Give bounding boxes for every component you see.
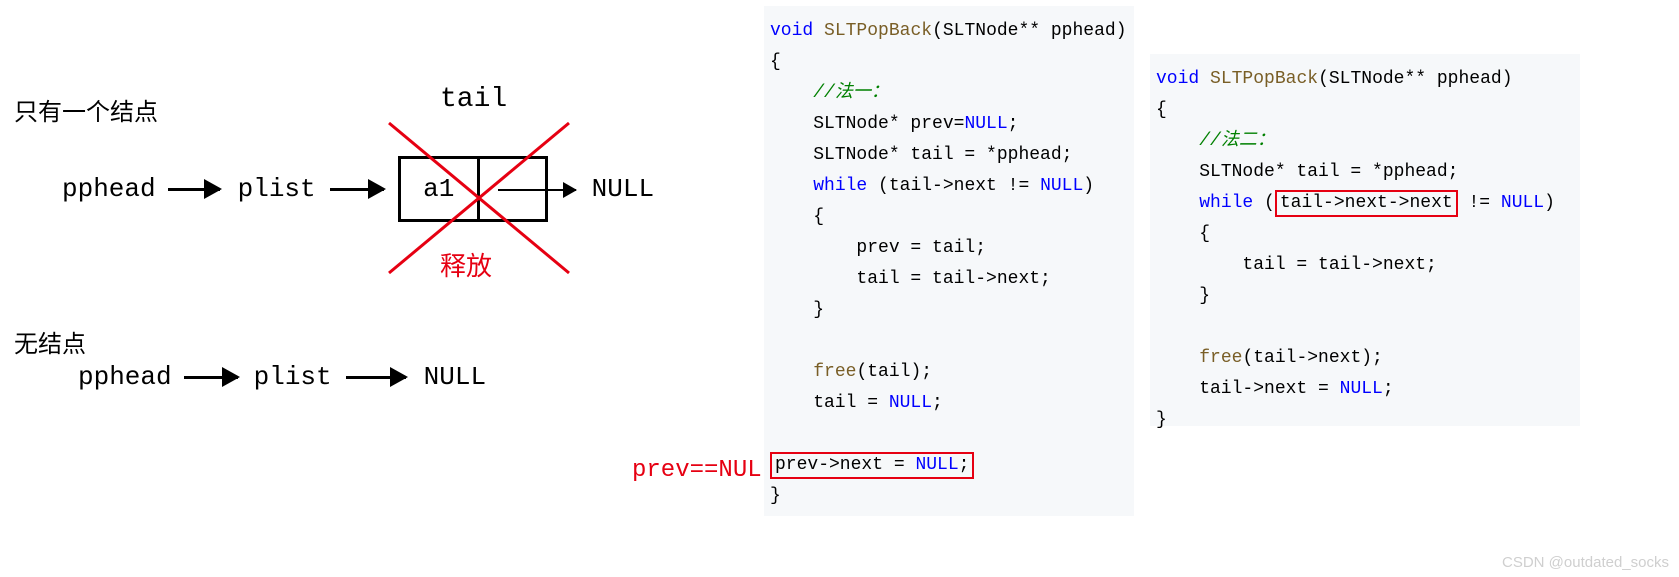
arrow-icon [184, 376, 238, 379]
code-text: tail = tail->next; [1156, 255, 1437, 275]
code-text: ; [1383, 379, 1394, 399]
code-literal: NULL [964, 114, 1007, 134]
code-function-name: SLTPopBack [1210, 69, 1318, 89]
highlighted-code-box: tail->next->next [1275, 190, 1458, 217]
pphead-label-2: pphead [78, 362, 172, 392]
code-text: { [770, 207, 824, 227]
plist-label-1: plist [238, 174, 316, 204]
code-comment: //法一： [813, 83, 889, 103]
code-literal: NULL [1501, 193, 1544, 213]
arrow-icon [330, 188, 384, 191]
code-text: (SLTNode** pphead) [932, 21, 1126, 41]
pphead-label-1: pphead [62, 174, 156, 204]
node-data: a1 [401, 159, 480, 219]
title-no-node: 无结点 [14, 324, 86, 359]
code-literal: NULL [1040, 176, 1083, 196]
code-text: } [770, 300, 824, 320]
code-literal: NULL [889, 393, 932, 413]
arrow-icon [346, 376, 406, 379]
code-keyword: void [1156, 69, 1199, 89]
code-text: { [1156, 100, 1167, 120]
plist-label-2: plist [254, 362, 332, 392]
code-function-name: free [1199, 348, 1242, 368]
code-function-name: free [813, 362, 856, 382]
code-comment: //法二： [1199, 131, 1275, 151]
code-text: (tail->next != [867, 176, 1040, 196]
code-text: SLTNode* prev= [770, 114, 964, 134]
code-text [770, 362, 813, 382]
code-text: != [1458, 193, 1501, 213]
code-literal: NULL [1340, 379, 1383, 399]
null-label-1: NULL [592, 174, 654, 204]
watermark: CSDN @outdated_socks [1502, 554, 1669, 571]
prev-equals-null-label: prev==NULL [632, 457, 776, 484]
code-text: ; [959, 455, 970, 475]
linked-list-node: a1 [398, 156, 548, 222]
code-block-method-1: void SLTPopBack(SLTNode** pphead) { //法一… [764, 6, 1134, 516]
diagram-area: 只有一个结点 tail pphead plist a1 NULL 释放 无结点 … [0, 0, 760, 577]
code-text: tail = tail->next; [770, 269, 1051, 289]
null-label-2: NULL [424, 362, 486, 392]
code-text: } [1156, 410, 1167, 430]
code-text: ; [1008, 114, 1019, 134]
code-function-name: SLTPopBack [824, 21, 932, 41]
code-text: { [1156, 224, 1210, 244]
code-text: ; [932, 393, 943, 413]
code-literal: NULL [915, 455, 958, 475]
highlighted-code-box: prev->next = NULL; [770, 452, 974, 479]
arrow-icon [168, 188, 220, 191]
code-text: SLTNode* tail = *pphead; [770, 145, 1072, 165]
code-text: ) [1544, 193, 1555, 213]
code-text: (tail); [856, 362, 932, 382]
code-text: ( [1253, 193, 1275, 213]
code-text: tail->next = [1156, 379, 1340, 399]
tail-label: tail [440, 84, 507, 115]
code-text: SLTNode* tail = *pphead; [1156, 162, 1458, 182]
code-keyword: void [770, 21, 813, 41]
code-block-method-2: void SLTPopBack(SLTNode** pphead) { //法二… [1150, 54, 1580, 426]
title-one-node: 只有一个结点 [14, 92, 158, 127]
diagram-row-no-node: pphead plist NULL [78, 362, 486, 392]
code-text: } [1156, 286, 1210, 306]
code-text: prev = tail; [770, 238, 986, 258]
code-text: prev->next = [775, 455, 915, 475]
node-next-pointer [480, 159, 545, 219]
diagram-row-one-node: pphead plist a1 NULL [62, 156, 654, 222]
release-label: 释放 [440, 246, 492, 283]
code-text [1156, 193, 1199, 213]
code-text: (SLTNode** pphead) [1318, 69, 1512, 89]
code-text: { [770, 52, 781, 72]
code-text [770, 176, 813, 196]
code-keyword: while [1199, 193, 1253, 213]
code-text [1156, 348, 1199, 368]
code-text: ) [1083, 176, 1094, 196]
code-text: } [770, 486, 781, 506]
code-text: (tail->next); [1242, 348, 1382, 368]
arrow-icon [498, 189, 576, 191]
code-keyword: while [813, 176, 867, 196]
code-text: tail = [770, 393, 889, 413]
